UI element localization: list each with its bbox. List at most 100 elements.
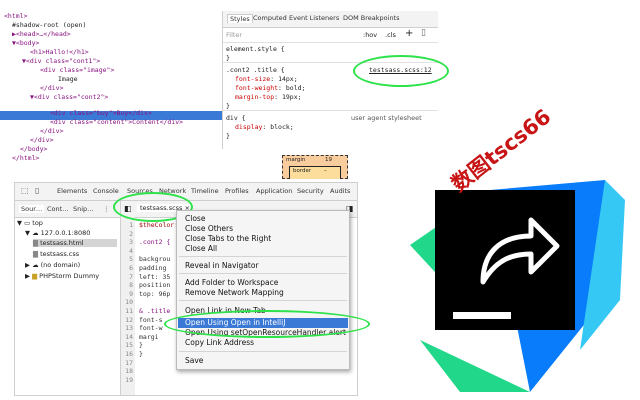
element-style-close: } xyxy=(226,54,230,62)
highlight-ring xyxy=(164,310,370,338)
code-line: left: 35 xyxy=(139,272,171,281)
margin-value[interactable]: 19 xyxy=(325,157,332,163)
menu-separator xyxy=(179,256,347,257)
dom-selected-prefix: ... xyxy=(4,99,16,107)
line-number: 11 xyxy=(125,307,133,315)
line-number: 7 xyxy=(129,272,133,281)
line-number: 14 xyxy=(125,332,133,341)
tab-sources-nav[interactable]: Sour… xyxy=(19,205,45,213)
css-declaration[interactable]: margin-top: 19px; xyxy=(235,93,302,101)
menu-item-copy-link[interactable]: Copy Link Address xyxy=(185,338,254,347)
tab-dom-breakpoints[interactable]: DOM Breakpoints xyxy=(343,14,400,22)
code-line: top: 96p xyxy=(139,289,171,298)
tab-timeline[interactable]: Timeline xyxy=(191,187,219,195)
dom-line[interactable]: <html> xyxy=(4,12,27,21)
menu-item-close-others[interactable]: Close Others xyxy=(185,224,233,233)
element-style-rule[interactable]: element.style { xyxy=(226,45,285,53)
code-line: backgrou xyxy=(139,255,171,264)
tab-console[interactable]: Console xyxy=(93,187,119,195)
code-line: font-s xyxy=(139,315,163,324)
class-toggle[interactable]: .cls xyxy=(385,31,396,39)
code-line: padding xyxy=(139,264,167,272)
dom-line[interactable]: <div class="content">Content</div> xyxy=(50,118,183,127)
dom-line[interactable]: Image xyxy=(58,75,78,84)
menu-item-remove-mapping[interactable]: Remove Network Mapping xyxy=(185,288,284,297)
title-rule-close: } xyxy=(226,102,230,110)
code-line: } xyxy=(139,350,143,358)
tab-application[interactable]: Application xyxy=(256,187,292,195)
tab-content-scripts[interactable]: Cont… xyxy=(47,205,69,213)
border-label: border xyxy=(293,168,312,174)
dom-line[interactable]: </div> xyxy=(30,136,53,145)
styles-filter-bar: Filter :hov .cls + ▯ xyxy=(223,28,438,43)
line-number: 2 xyxy=(129,229,133,238)
tab-snippets[interactable]: Snip… xyxy=(73,205,94,213)
navigator-tabs: Sour… Cont… Snip… ⋮ xyxy=(15,201,121,218)
code-line: position xyxy=(139,281,171,290)
css-declaration[interactable]: font-weight: bold; xyxy=(235,84,305,92)
tab-audits[interactable]: Audits xyxy=(330,187,350,195)
code-line: margi xyxy=(139,332,159,341)
menu-item-save[interactable]: Save xyxy=(185,356,203,365)
line-number: 4 xyxy=(129,246,133,255)
hover-state-toggle[interactable]: :hov xyxy=(363,31,377,39)
dom-line[interactable]: <div class="image"> xyxy=(40,66,114,75)
css-declaration[interactable]: font-size: 14px; xyxy=(235,75,298,83)
device-mode-icon[interactable]: ▯ xyxy=(35,186,39,195)
code-line: $theColor: xyxy=(139,221,179,229)
tab-event-listeners[interactable]: Event Listeners xyxy=(289,14,339,22)
tab-elements[interactable]: Elements xyxy=(57,187,87,195)
line-number: 13 xyxy=(125,324,133,333)
dom-line-selected[interactable]: ▶<div class="title">…</div> == $0 xyxy=(40,100,169,109)
inspect-icon[interactable]: ⬚ xyxy=(21,186,29,195)
tab-context-menu: Close Close Others Close Tabs to the Rig… xyxy=(176,210,350,370)
dom-line[interactable]: </div> xyxy=(40,127,63,136)
nav-item-host[interactable]: ▼ ☁ 127.0.0.1:8080 xyxy=(25,229,90,237)
menu-separator xyxy=(179,300,347,301)
line-number: 3 xyxy=(129,238,133,247)
tab-security[interactable]: Security xyxy=(297,187,324,195)
nav-item-phpstorm[interactable]: ▶ ▆ PHPStorm Dummy xyxy=(25,272,99,280)
tab-computed[interactable]: Computed xyxy=(253,14,287,22)
code-line: .cont2 { xyxy=(139,238,171,247)
add-rule-button[interactable]: + xyxy=(405,28,413,39)
styles-filter-input[interactable]: Filter xyxy=(226,31,242,39)
nav-item-css[interactable]: ▇ testsass.css xyxy=(33,250,79,258)
code-line: & .title xyxy=(139,307,171,315)
dom-line[interactable]: #shadow-root (open) xyxy=(12,21,86,30)
div-rule-selector[interactable]: div { xyxy=(226,114,246,122)
line-number: 10 xyxy=(125,298,133,307)
line-number: 17 xyxy=(125,358,133,367)
tab-styles[interactable]: Styles xyxy=(227,14,253,23)
dom-line[interactable]: </html> xyxy=(12,154,39,163)
line-number: 1 xyxy=(129,221,133,229)
dom-line[interactable]: <div class="buy">Buy</div> xyxy=(50,109,152,118)
menu-item-add-folder[interactable]: Add Folder to Workspace xyxy=(185,278,278,287)
line-number-gutter: 1 2 3 4 5 6 7 8 9 10 11 12 13 14 15 16 17 18 19 xyxy=(121,217,135,395)
css-declaration[interactable]: display: block; xyxy=(235,123,294,131)
styles-sidebar-icon[interactable]: ▯ xyxy=(421,28,426,38)
dom-line[interactable]: <h1>Hallo!</h1> xyxy=(30,48,89,57)
nav-item-html[interactable]: ▇ testsass.html xyxy=(33,239,117,247)
dom-line[interactable]: </body> xyxy=(20,145,47,154)
menu-item-reveal[interactable]: Reveal in Navigator xyxy=(185,261,259,270)
dom-line[interactable]: </div> xyxy=(40,84,63,93)
elements-dom-tree: <html> #shadow-root (open) ▶<head>…</hea… xyxy=(0,12,222,172)
tab-profiles[interactable]: Profiles xyxy=(225,187,249,195)
title-rule-selector[interactable]: .cont2 .title { xyxy=(226,66,285,74)
border-value[interactable]: – xyxy=(324,168,327,174)
box-model-margin[interactable]: margin 19 border – xyxy=(282,155,348,179)
dom-line[interactable]: ▶<head>…</head> xyxy=(12,30,71,39)
line-number: 15 xyxy=(125,341,133,350)
dom-line[interactable]: ▼<body> xyxy=(12,39,39,48)
dom-line[interactable]: ▼<div class="cont1"> xyxy=(22,57,100,66)
nav-item-no-domain[interactable]: ▶ ☁ (no domain) xyxy=(25,261,80,269)
logo-green-lower-shape xyxy=(420,340,530,392)
logo-black-square xyxy=(435,190,575,330)
menu-item-close-all[interactable]: Close All xyxy=(185,244,217,253)
box-model-border[interactable]: border – xyxy=(289,166,341,179)
navigator-more-icon[interactable]: ⋮ xyxy=(103,205,110,213)
menu-item-close-right[interactable]: Close Tabs to the Right xyxy=(185,234,271,243)
nav-item-top[interactable]: ▼ ▭ top xyxy=(17,219,43,227)
menu-item-close[interactable]: Close xyxy=(185,214,205,223)
